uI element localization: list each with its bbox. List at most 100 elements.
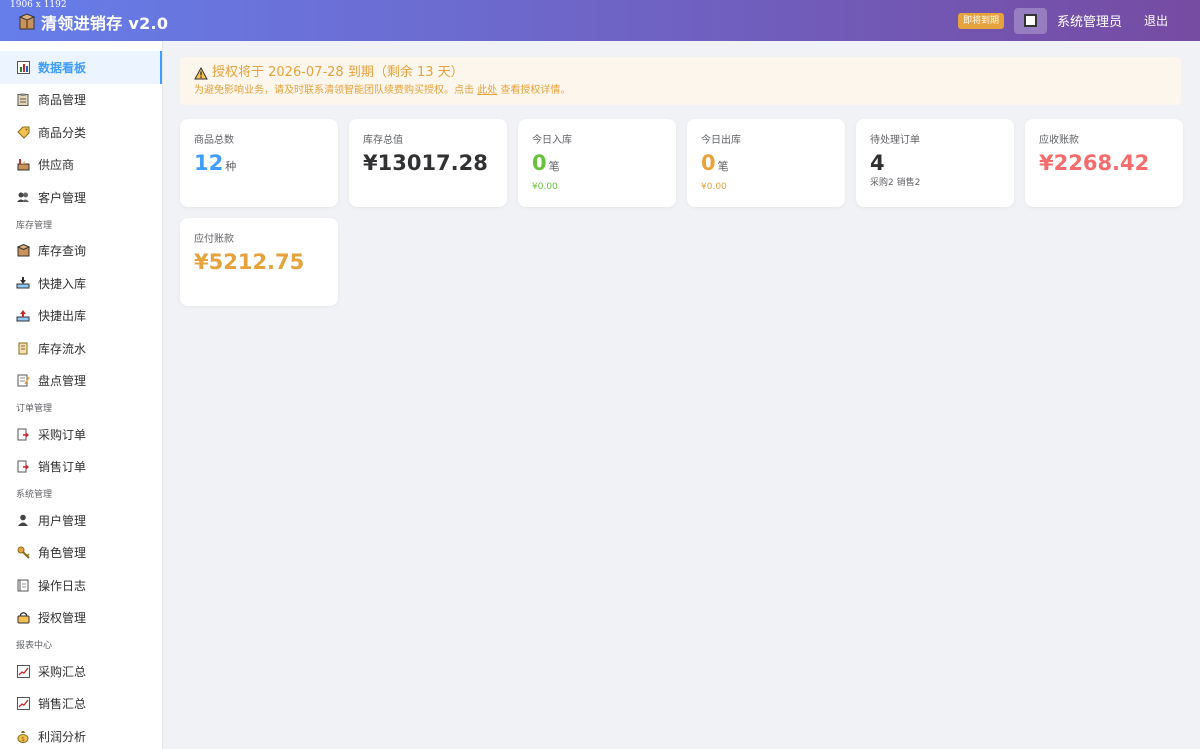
card-value-row: 0笔	[532, 150, 662, 180]
sidebar-item-label: 客户管理	[38, 190, 87, 205]
license-alert: 授权将于 2026-07-28 到期（剩余 13 天） 为避免影响业务，请及时联…	[180, 57, 1181, 105]
alert-desc: 为避免影响业务，请及时联系清领智能团队续费购买授权。点击 此处 查看授权详情。	[194, 85, 1167, 97]
people-icon	[16, 190, 30, 204]
card-receivable: 应收账款 ¥2268.42	[1025, 119, 1183, 207]
sidebar-item-stock-flow[interactable]: 库存流水	[0, 332, 162, 365]
card-subtext: ¥0.00	[701, 182, 727, 192]
logout-button[interactable]: 退出	[1144, 12, 1168, 29]
card-value: 12	[194, 151, 224, 175]
sidebar-item-label: 供应商	[38, 158, 75, 173]
card-stock-value: 库存总值 ¥13017.28	[349, 119, 507, 207]
card-today-out: 今日出库 0 笔 ¥0.00	[687, 119, 845, 207]
sidebar-item-products[interactable]: 商品管理	[0, 84, 162, 117]
sidebar-item-stocktake[interactable]: 盘点管理	[0, 365, 162, 398]
sidebar-item-label: 快捷出库	[38, 309, 87, 324]
card-value-row: 0笔	[701, 150, 831, 180]
tag-icon	[16, 125, 30, 139]
box-logo-icon	[18, 13, 36, 30]
doc-arrow-icon	[16, 427, 30, 441]
alert-title: 授权将于 2026-07-28 到期（剩余 13 天）	[212, 65, 464, 80]
card-today-in: 今日入库 0 笔 ¥0.00	[518, 119, 676, 207]
sidebar-item-label: 商品管理	[38, 93, 87, 108]
sidebar-item-label: 快捷入库	[38, 276, 87, 291]
inbox-out-icon	[16, 309, 30, 323]
sidebar-item-label: 商品分类	[38, 125, 87, 140]
card-label: 应付账款	[194, 234, 234, 245]
factory-icon	[16, 158, 30, 172]
sidebar-item-dashboard[interactable]: 数据看板	[0, 51, 162, 84]
card-label: 应收账款	[1039, 135, 1079, 146]
card-value-row: ¥2268.42	[1039, 150, 1169, 176]
card-label: 今日入库	[532, 135, 572, 146]
alert-desc-before: 为避免影响业务，请及时联系清领智能团队续费购买授权。点击	[194, 85, 478, 96]
nav-group-system: 系统管理	[16, 490, 53, 500]
brand[interactable]: 清领进销存 v2.0	[18, 10, 168, 34]
sidebar-item-categories[interactable]: 商品分类	[0, 116, 162, 149]
sidebar-item-quick-out[interactable]: 快捷出库	[0, 300, 162, 333]
card-pending-orders: 待处理订单 4 采购2 销售2	[856, 119, 1014, 207]
card-subtext: ¥0.00	[532, 182, 558, 192]
expire-badge[interactable]: 即将到期	[957, 12, 1004, 29]
sidebar-item-label: 利润分析	[38, 729, 87, 744]
alert-desc-after: 查看授权详情。	[497, 85, 571, 96]
main-content: 授权将于 2026-07-28 到期（剩余 13 天） 为避免影响业务，请及时联…	[163, 41, 1200, 749]
avatar[interactable]	[1013, 7, 1047, 34]
sidebar-item-purchase-orders[interactable]: 采购订单	[0, 418, 162, 451]
window-dimensions: 1906 x 1192	[10, 0, 67, 10]
card-value: 0	[701, 151, 716, 175]
user-name[interactable]: 系统管理员	[1057, 11, 1122, 30]
card-label: 今日出库	[701, 135, 741, 146]
sidebar-item-label: 操作日志	[38, 578, 87, 593]
key-icon	[16, 546, 30, 560]
card-product-total: 商品总数 12 种	[180, 119, 338, 207]
card-value: 0	[532, 151, 547, 175]
sidebar-item-license[interactable]: 授权管理	[0, 602, 162, 635]
scroll-icon	[16, 341, 30, 355]
sidebar-item-stock-query[interactable]: 库存查询	[0, 235, 162, 268]
user-icon	[16, 513, 30, 527]
sidebar-item-roles[interactable]: 角色管理	[0, 537, 162, 570]
chart-icon	[16, 60, 30, 74]
header-actions: 即将到期 系统管理员 退出	[957, 0, 1200, 41]
sidebar-item-sales-orders[interactable]: 销售订单	[0, 451, 162, 484]
sidebar: 数据看板 商品管理 商品分类 供应商 客户管理 库存管理 库存查询 快捷入库 快…	[0, 41, 163, 749]
sidebar-item-profit[interactable]: $ 利润分析	[0, 720, 162, 749]
sidebar-item-label: 盘点管理	[38, 374, 87, 389]
card-value: 4	[870, 151, 885, 175]
clipboard-icon	[16, 93, 30, 107]
card-value-row: ¥13017.28	[363, 150, 493, 176]
sidebar-item-sales-summary[interactable]: 销售汇总	[0, 688, 162, 721]
card-value-row: ¥5212.75	[194, 249, 324, 275]
card-unit: 笔	[717, 160, 729, 173]
sidebar-item-label: 销售订单	[38, 460, 87, 475]
inbox-in-icon	[16, 276, 30, 290]
sidebar-item-label: 授权管理	[38, 611, 87, 626]
box-icon	[16, 244, 30, 258]
card-value-row: 4	[870, 150, 1000, 176]
card-label: 库存总值	[363, 135, 403, 146]
sidebar-item-label: 采购汇总	[38, 664, 87, 679]
card-value: ¥13017.28	[363, 151, 488, 175]
sidebar-item-quick-in[interactable]: 快捷入库	[0, 267, 162, 300]
top-header: 1906 x 1192 清领进销存 v2.0 即将到期 系统管理员 退出	[0, 0, 1200, 41]
warning-icon	[194, 66, 208, 79]
sidebar-item-logs[interactable]: 操作日志	[0, 569, 162, 602]
trend-icon	[16, 664, 30, 678]
sidebar-item-label: 库存流水	[38, 341, 87, 356]
sidebar-item-users[interactable]: 用户管理	[0, 504, 162, 537]
card-payable: 应付账款 ¥5212.75	[180, 218, 338, 306]
sidebar-item-customers[interactable]: 客户管理	[0, 181, 162, 214]
nav-group-inventory: 库存管理	[16, 220, 53, 231]
card-value: ¥5212.75	[194, 250, 305, 274]
card-value-row: 12 种	[194, 150, 324, 180]
square-icon	[1023, 14, 1037, 27]
license-detail-link[interactable]: 此处	[477, 85, 497, 96]
card-value: ¥2268.42	[1039, 151, 1150, 175]
card-label: 商品总数	[194, 135, 234, 146]
sidebar-item-suppliers[interactable]: 供应商	[0, 149, 162, 182]
sidebar-item-purchase-summary[interactable]: 采购汇总	[0, 655, 162, 688]
sidebar-item-label: 销售汇总	[38, 697, 87, 712]
sidebar-item-label: 采购订单	[38, 427, 87, 442]
sidebar-item-label: 用户管理	[38, 513, 87, 528]
trend-icon	[16, 697, 30, 711]
